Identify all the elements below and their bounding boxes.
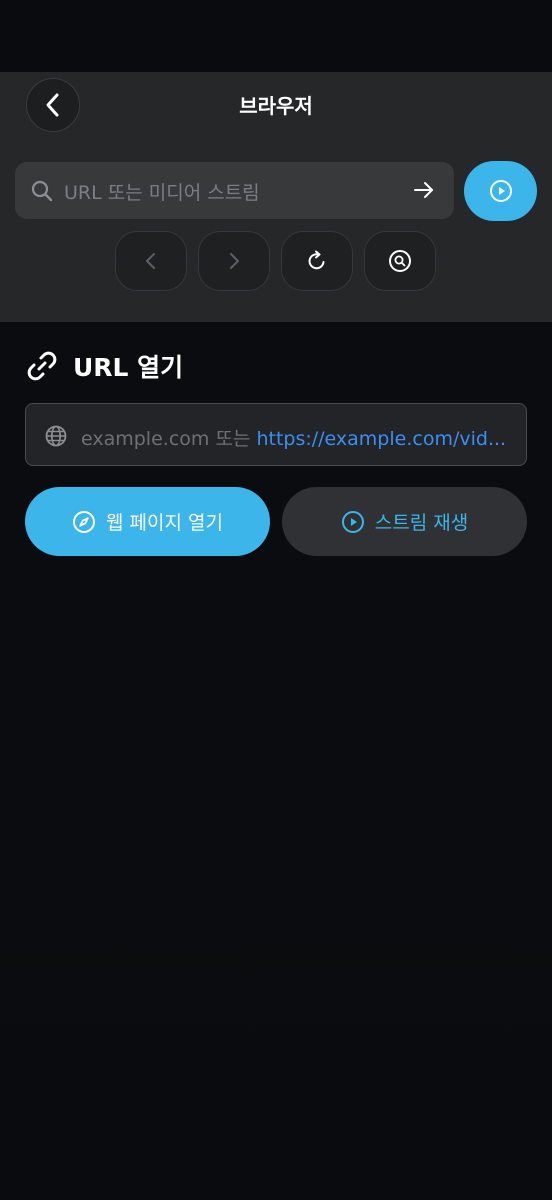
- chevron-left-icon: [146, 253, 155, 269]
- browser-screen: 브라우저 URL 또는 미디어 스트림 URL 열기 example.com 또…: [0, 0, 552, 1200]
- compass-icon: [73, 510, 96, 533]
- page-title: 브라우저: [239, 94, 313, 118]
- globe-icon: [45, 425, 67, 447]
- play-stream-label: 스트림 재생: [374, 512, 469, 534]
- url-input-field[interactable]: example.com 또는 https://example.com/vid..…: [25, 403, 527, 466]
- navigation-controls: [115, 231, 437, 292]
- search-icon: [31, 180, 53, 202]
- open-web-page-button[interactable]: 웹 페이지 열기: [25, 487, 270, 556]
- open-url-section-header: URL 열기: [25, 346, 183, 386]
- browser-header-panel: 브라우저 URL 또는 미디어 스트림: [0, 72, 552, 322]
- play-circle-icon: [489, 180, 512, 202]
- section-title: URL 열기: [73, 353, 184, 382]
- placeholder-prefix: example.com 또는: [81, 428, 251, 450]
- play-circle-icon: [341, 510, 364, 533]
- nav-search-button[interactable]: [364, 231, 436, 291]
- search-circle-icon: [389, 250, 411, 272]
- link-icon: [27, 351, 57, 381]
- url-input-placeholder: example.com 또는 https://example.com/vid..…: [81, 424, 511, 451]
- placeholder-example-link: https://example.com/vid...: [256, 428, 507, 450]
- search-placeholder: URL 또는 미디어 스트림: [64, 182, 260, 204]
- nav-reload-button[interactable]: [281, 231, 353, 291]
- play-stream-button[interactable]: [464, 161, 537, 221]
- nav-forward-button[interactable]: [198, 231, 270, 291]
- chevron-right-icon: [230, 253, 239, 269]
- open-web-page-label: 웹 페이지 열기: [106, 512, 223, 534]
- nav-back-button[interactable]: [115, 231, 187, 291]
- play-stream-action-button[interactable]: 스트림 재생: [282, 487, 527, 556]
- url-search-bar[interactable]: URL 또는 미디어 스트림: [15, 162, 454, 219]
- reload-icon: [308, 250, 325, 270]
- status-bar: [0, 0, 552, 72]
- arrow-right-icon[interactable]: [412, 178, 436, 202]
